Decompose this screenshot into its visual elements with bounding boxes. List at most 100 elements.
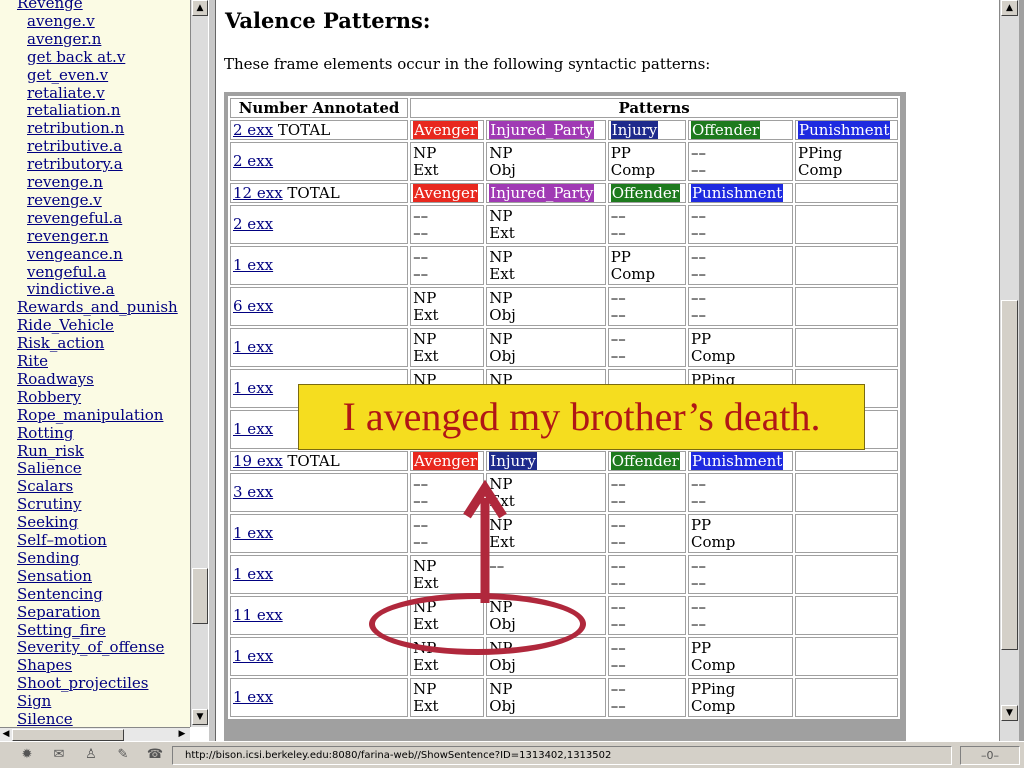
grammatical-function: ––: [413, 223, 429, 242]
scrollbar-thumb[interactable]: [1001, 300, 1018, 650]
lexical-unit-link[interactable]: avenger.n: [27, 30, 101, 48]
pattern-cell: NP Ext: [410, 142, 485, 181]
lexical-unit-link[interactable]: get_even.v: [27, 66, 108, 84]
left-horizontal-scrollbar[interactable]: ◀ ▶: [0, 727, 190, 741]
examples-link[interactable]: 2 exx: [233, 121, 273, 139]
main-vertical-scrollbar[interactable]: ▲ ▼: [999, 0, 1019, 741]
frame-element-cell: [795, 183, 898, 203]
frame-link[interactable]: Severity_of_offense: [17, 638, 164, 656]
scroll-up-arrow-icon[interactable]: ▲: [192, 0, 208, 16]
examples-link[interactable]: 11 exx: [233, 606, 283, 624]
pattern-cell: PP Comp: [687, 514, 793, 553]
lexical-unit-link[interactable]: avenge.v: [27, 12, 95, 30]
pattern-cell: [795, 246, 898, 285]
frame-link[interactable]: Ride_Vehicle: [17, 316, 114, 334]
frame-link[interactable]: Sensation: [17, 567, 92, 585]
examples-link[interactable]: 12 exx: [233, 184, 283, 202]
frame-link[interactable]: Revenge: [17, 0, 83, 12]
people-icon[interactable]: ♙: [82, 747, 100, 763]
count-cell: 6 exx: [230, 287, 409, 326]
lexical-unit-link[interactable]: vengeance.n: [27, 245, 123, 263]
examples-link[interactable]: 1 exx: [233, 565, 273, 583]
grammatical-function: Comp: [690, 346, 736, 365]
mail-icon[interactable]: ✉: [50, 747, 68, 763]
lexical-unit-link[interactable]: vindictive.a: [27, 280, 115, 298]
frame-link[interactable]: Rite: [17, 352, 48, 370]
grammatical-function: Comp: [610, 264, 656, 283]
status-url: http://bison.icsi.berkeley.edu:8080/fari…: [172, 746, 952, 765]
frame-link[interactable]: Seeking: [17, 513, 78, 531]
frame-link[interactable]: Shoot_projectiles: [17, 674, 148, 692]
examples-link[interactable]: 6 exx: [233, 297, 273, 315]
frame-link[interactable]: Silence: [17, 710, 73, 727]
total-label: TOTAL: [273, 120, 331, 139]
frame-link[interactable]: Rope_manipulation: [17, 406, 163, 424]
conference-icon[interactable]: ☎: [146, 747, 164, 763]
frame-link[interactable]: Self–motion: [17, 531, 107, 549]
frame-link[interactable]: Sentencing: [17, 585, 103, 603]
scroll-down-arrow-icon[interactable]: ▼: [1001, 705, 1018, 721]
examples-link[interactable]: 1 exx: [233, 256, 273, 274]
scroll-right-arrow-icon[interactable]: ▶: [176, 729, 188, 741]
frame-link[interactable]: Salience: [17, 459, 82, 477]
frame-link[interactable]: Sign: [17, 692, 51, 710]
count-cell: 19 exx TOTAL: [230, 451, 409, 471]
frame-link[interactable]: Scalars: [17, 477, 73, 495]
frame-link[interactable]: Rewards_and_punish: [17, 298, 178, 316]
pattern-cell: –– ––: [607, 555, 686, 594]
grammatical-function: Obj: [489, 655, 516, 674]
frame-link[interactable]: Run_risk: [17, 442, 84, 460]
up-arrow-annotation-icon: [463, 479, 507, 603]
examples-link[interactable]: 1 exx: [233, 647, 273, 665]
frame-link[interactable]: Setting_fire: [17, 621, 106, 639]
examples-link[interactable]: 2 exx: [233, 215, 273, 233]
pattern-cell: –– ––: [410, 205, 485, 244]
composer-icon[interactable]: ✎: [114, 747, 132, 763]
scroll-up-arrow-icon[interactable]: ▲: [1001, 0, 1018, 16]
examples-link[interactable]: 3 exx: [233, 483, 273, 501]
lexical-unit-link[interactable]: retaliate.v: [27, 84, 105, 102]
grammatical-function: ––: [690, 223, 706, 242]
phrase-type: ––: [610, 638, 626, 657]
phrase-type: NP: [489, 247, 513, 266]
phrase-type: NP: [489, 679, 513, 698]
examples-link[interactable]: 2 exx: [233, 152, 273, 170]
hscrollbar-thumb[interactable]: [12, 729, 124, 741]
phrase-type: ––: [690, 597, 706, 616]
lexical-unit-link[interactable]: revenge.v: [27, 191, 102, 209]
frame-element-tag: Punishment: [690, 183, 784, 202]
frame-link[interactable]: Robbery: [17, 388, 81, 406]
frame-link[interactable]: Sending: [17, 549, 79, 567]
lexical-unit-link[interactable]: retaliation.n: [27, 101, 121, 119]
lexical-unit-link[interactable]: retributory.a: [27, 155, 123, 173]
frame-link[interactable]: Rotting: [17, 424, 73, 442]
scrollbar-thumb[interactable]: [192, 568, 208, 624]
examples-link[interactable]: 1 exx: [233, 688, 273, 706]
frame-divider[interactable]: [208, 0, 216, 741]
pattern-cell: [795, 328, 898, 367]
frame-element-tag: Punishment: [690, 451, 784, 470]
left-vertical-scrollbar[interactable]: ▲ ▼: [190, 0, 208, 727]
phrase-type: ––: [690, 288, 706, 307]
lexical-unit-link[interactable]: revenger.n: [27, 227, 109, 245]
lexical-unit-link[interactable]: get back at.v: [27, 48, 125, 66]
frame-link[interactable]: Risk_action: [17, 334, 104, 352]
examples-link[interactable]: 1 exx: [233, 338, 273, 356]
examples-link[interactable]: 19 exx: [233, 452, 283, 470]
scroll-down-arrow-icon[interactable]: ▼: [192, 709, 208, 725]
lexical-unit-link[interactable]: revenge.n: [27, 173, 103, 191]
frame-link[interactable]: Shapes: [17, 656, 72, 674]
pattern-cell: –– ––: [687, 287, 793, 326]
examples-link[interactable]: 1 exx: [233, 420, 273, 438]
frame-link[interactable]: Separation: [17, 603, 100, 621]
frame-link[interactable]: Roadways: [17, 370, 94, 388]
lexical-unit-link[interactable]: retributive.a: [27, 137, 122, 155]
netscape-icon[interactable]: ✹: [18, 747, 36, 763]
examples-link[interactable]: 1 exx: [233, 379, 273, 397]
frame-link[interactable]: Scrutiny: [17, 495, 81, 513]
lexical-unit-link[interactable]: vengeful.a: [27, 263, 106, 281]
scroll-left-arrow-icon[interactable]: ◀: [0, 729, 12, 741]
lexical-unit-link[interactable]: retribution.n: [27, 119, 124, 137]
examples-link[interactable]: 1 exx: [233, 524, 273, 542]
lexical-unit-link[interactable]: revengeful.a: [27, 209, 122, 227]
